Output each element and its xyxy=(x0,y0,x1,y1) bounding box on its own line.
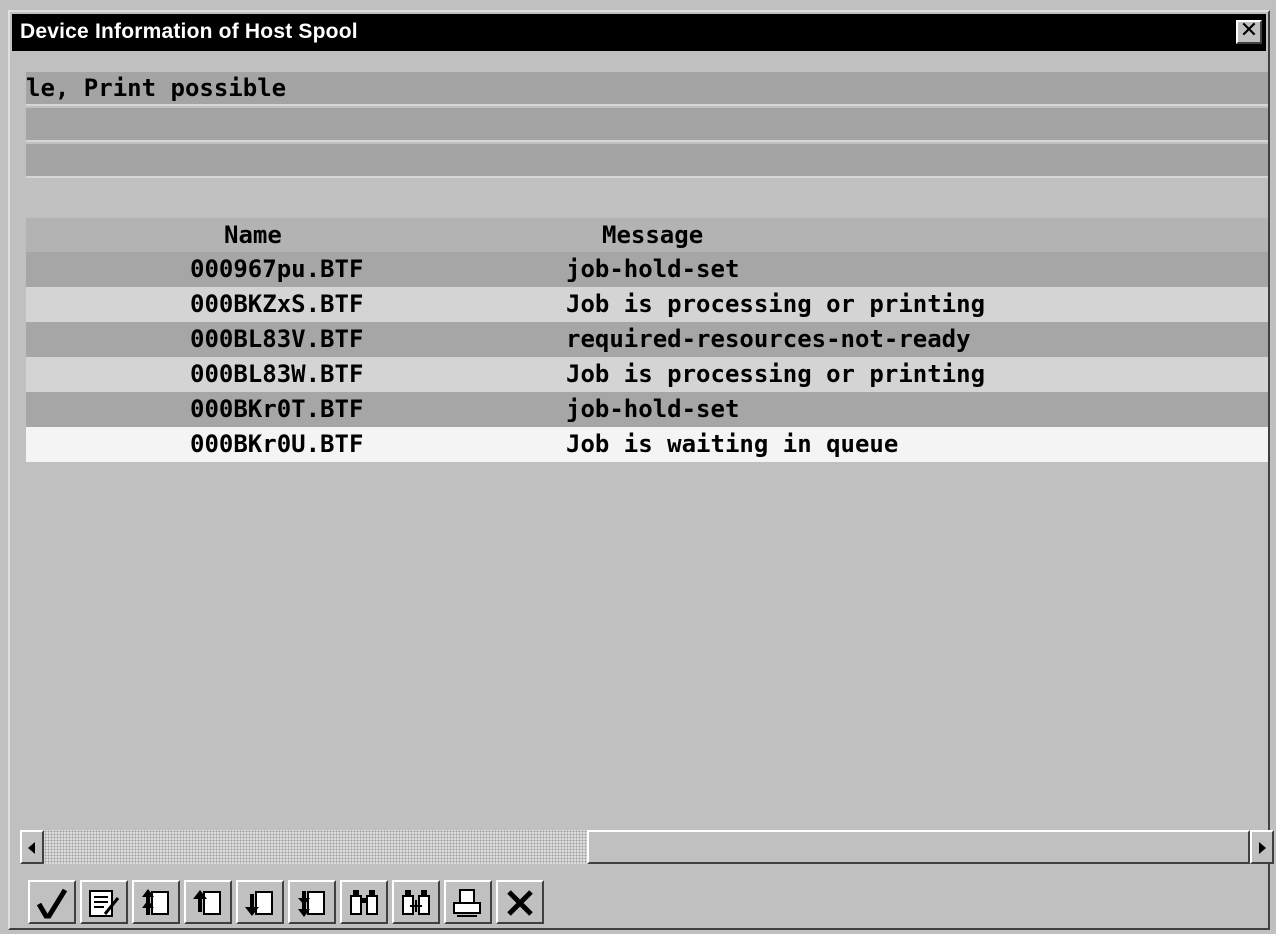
job-name-cell: 000BKZxS.BTF xyxy=(190,290,364,318)
find-next-icon xyxy=(402,890,430,915)
edit-button[interactable] xyxy=(80,880,128,924)
job-message-cell: job-hold-set xyxy=(566,255,740,283)
job-message-cell: required-resources-not-ready xyxy=(566,325,971,353)
table-row[interactable]: 000BL83V.BTF required-resources-not-read… xyxy=(26,322,1268,357)
find-button[interactable] xyxy=(340,880,388,924)
spool-job-table: Name Message 000967pu.BTF job-hold-set 0… xyxy=(26,218,1268,462)
scroll-right-button[interactable] xyxy=(1250,830,1274,864)
close-window-button[interactable]: ✕ xyxy=(1236,20,1262,44)
last-page-button[interactable] xyxy=(288,880,336,924)
edit-document-icon xyxy=(89,890,120,917)
previous-page-icon xyxy=(193,890,221,915)
job-message-cell: Job is processing or printing xyxy=(566,290,986,318)
job-message-cell: Job is processing or printing xyxy=(566,360,986,388)
info-line-1: le, Print possible xyxy=(26,72,1268,106)
table-row[interactable]: 000967pu.BTF job-hold-set xyxy=(26,252,1268,287)
print-button[interactable] xyxy=(444,880,492,924)
arrow-right-icon xyxy=(1259,842,1266,854)
window-title: Device Information of Host Spool xyxy=(20,20,358,43)
first-page-button[interactable] xyxy=(132,880,180,924)
device-status-text: le, Print possible xyxy=(26,74,287,102)
job-message-cell: Job is waiting in queue xyxy=(566,430,899,458)
column-header-name[interactable]: Name xyxy=(224,221,282,249)
horizontal-scrollbar[interactable] xyxy=(20,830,1274,866)
next-page-icon xyxy=(245,891,273,916)
job-name-cell: 000967pu.BTF xyxy=(190,255,364,283)
checkmark-icon xyxy=(36,888,68,919)
title-bar: Device Information of Host Spool ✕ xyxy=(12,14,1266,51)
table-row[interactable]: 000BL83W.BTF Job is processing or printi… xyxy=(26,357,1268,392)
print-icon xyxy=(453,889,481,917)
cancel-button[interactable] xyxy=(496,880,544,924)
job-name-cell: 000BL83V.BTF xyxy=(190,325,364,353)
last-page-icon xyxy=(298,891,325,917)
job-message-cell: job-hold-set xyxy=(566,395,740,423)
info-line-2 xyxy=(26,108,1268,142)
table-header: Name Message xyxy=(26,218,1268,252)
job-name-cell: 000BKr0T.BTF xyxy=(190,395,364,423)
find-icon xyxy=(350,890,378,915)
dialog-window: Device Information of Host Spool ✕ le, P… xyxy=(8,10,1274,930)
column-header-message[interactable]: Message xyxy=(602,221,703,249)
job-name-cell: 000BL83W.BTF xyxy=(190,360,364,388)
arrow-left-icon xyxy=(28,842,35,854)
scroll-track[interactable] xyxy=(44,830,1250,864)
info-line-3 xyxy=(26,144,1268,178)
scroll-left-button[interactable] xyxy=(20,830,44,864)
table-row[interactable]: 000BKr0T.BTF job-hold-set xyxy=(26,392,1268,427)
scroll-thumb[interactable] xyxy=(587,830,1250,864)
first-page-icon xyxy=(142,889,169,915)
previous-page-button[interactable] xyxy=(184,880,232,924)
table-row[interactable]: 000BKZxS.BTF Job is processing or printi… xyxy=(26,287,1268,322)
find-next-button[interactable] xyxy=(392,880,440,924)
next-page-button[interactable] xyxy=(236,880,284,924)
continue-button[interactable] xyxy=(28,880,76,924)
table-row-selected[interactable]: 000BKr0U.BTF Job is waiting in queue xyxy=(26,427,1268,462)
job-name-cell: 000BKr0U.BTF xyxy=(190,430,364,458)
close-x-icon xyxy=(507,890,533,916)
